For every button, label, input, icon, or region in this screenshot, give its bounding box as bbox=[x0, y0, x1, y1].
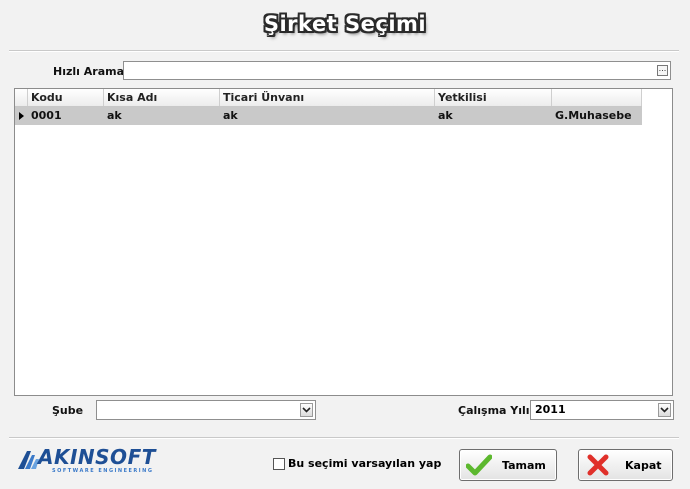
ok-button-label: Tamam bbox=[502, 459, 546, 472]
window-title: Şirket Seçimi bbox=[263, 12, 427, 36]
checkmark-icon bbox=[466, 454, 492, 476]
default-selection-checkbox[interactable] bbox=[273, 458, 285, 470]
header-divider bbox=[9, 50, 679, 52]
sube-select[interactable] bbox=[96, 400, 316, 420]
column-header-kisa-adi[interactable]: Kısa Adı bbox=[104, 89, 220, 106]
column-header-yetkilisi[interactable]: Yetkilisi bbox=[435, 89, 552, 106]
chevron-down-icon[interactable] bbox=[658, 403, 671, 417]
table-row[interactable]: 0001 ak ak ak G.Muhasebe bbox=[15, 107, 642, 125]
grid-indicator-header bbox=[15, 89, 28, 106]
akinsoft-logo: AKINSOFT SOFTWARE ENGINEERING bbox=[16, 445, 166, 478]
calisma-yili-select[interactable]: 2011 bbox=[530, 400, 674, 420]
close-button[interactable]: Kapat bbox=[578, 449, 673, 481]
close-button-label: Kapat bbox=[625, 459, 662, 472]
footer-divider bbox=[9, 437, 679, 439]
chevron-down-icon[interactable] bbox=[300, 403, 313, 417]
sube-label: Şube bbox=[52, 404, 84, 417]
company-grid[interactable]: Kodu Kısa Adı Ticari Ünvanı Yetkilisi 00… bbox=[14, 88, 673, 396]
cell-extra[interactable]: G.Muhasebe bbox=[552, 107, 642, 125]
cell-yetkilisi[interactable]: ak bbox=[435, 107, 552, 125]
row-indicator-icon bbox=[19, 112, 24, 120]
column-header-ticari-unvani[interactable]: Ticari Ünvanı bbox=[220, 89, 435, 106]
logo-subtext: SOFTWARE ENGINEERING bbox=[52, 468, 154, 474]
cell-kodu[interactable]: 0001 bbox=[28, 107, 104, 125]
search-input[interactable]: ... bbox=[123, 61, 671, 80]
cell-kisa-adi[interactable]: ak bbox=[104, 107, 220, 125]
grid-header: Kodu Kısa Adı Ticari Ünvanı Yetkilisi bbox=[15, 89, 642, 107]
default-selection-label[interactable]: Bu seçimi varsayılan yap bbox=[288, 457, 441, 470]
search-label: Hızlı Arama bbox=[53, 65, 124, 78]
calisma-yili-value: 2011 bbox=[535, 403, 566, 416]
x-icon bbox=[587, 454, 609, 476]
logo-text: AKINSOFT bbox=[38, 445, 156, 469]
cell-ticari-unvani[interactable]: ak bbox=[220, 107, 435, 125]
search-ellipsis-button[interactable]: ... bbox=[657, 65, 668, 76]
ok-button[interactable]: Tamam bbox=[459, 449, 557, 481]
column-header-extra[interactable] bbox=[552, 89, 642, 106]
calisma-yili-label: Çalışma Yılı bbox=[458, 404, 530, 417]
column-header-kodu[interactable]: Kodu bbox=[28, 89, 104, 106]
